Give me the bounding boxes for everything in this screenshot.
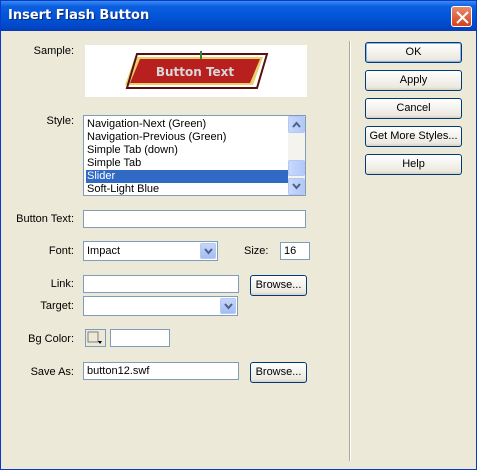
style-item-navigation-previous-green[interactable]: Navigation-Previous (Green) (86, 131, 288, 144)
button-text-input[interactable] (83, 210, 306, 228)
browse-link-button[interactable]: Browse... (250, 275, 307, 296)
style-list-scrollbar[interactable] (288, 116, 305, 195)
scroll-up-button[interactable] (288, 116, 305, 133)
save-as-input[interactable]: button12.swf (83, 362, 239, 380)
browse-save-button[interactable]: Browse... (250, 362, 307, 383)
chevron-down-icon (292, 183, 301, 190)
target-label: Target: (40, 300, 74, 312)
chevron-up-icon (292, 121, 301, 128)
flash-button-preview-image: Button Text (125, 51, 269, 89)
size-label: Size: (244, 245, 269, 257)
get-more-styles-button[interactable]: Get More Styles... (365, 126, 462, 147)
close-icon (456, 11, 469, 24)
insert-flash-button-dialog: Insert Flash Button Sample: Button Text … (0, 0, 477, 470)
scroll-thumb[interactable] (288, 160, 305, 176)
font-label: Font: (48, 245, 74, 257)
sample-label: Sample: (33, 45, 74, 57)
chevron-down-icon (224, 303, 233, 310)
target-select[interactable] (83, 296, 238, 316)
apply-button[interactable]: Apply (365, 70, 462, 91)
help-button[interactable]: Help (365, 154, 462, 175)
style-label: Style: (46, 115, 74, 127)
link-label: Link: (50, 278, 74, 290)
style-item-simple-tab-down[interactable]: Simple Tab (down) (86, 144, 288, 157)
ok-button[interactable]: OK (365, 42, 462, 63)
sample-preview-text: Button Text (156, 65, 235, 79)
bg-color-input[interactable] (110, 329, 170, 347)
style-item-slider[interactable]: Slider (86, 170, 288, 183)
vertical-divider (349, 41, 351, 461)
dialog-title: Insert Flash Button (8, 8, 150, 23)
style-item-simple-tab[interactable]: Simple Tab (86, 157, 288, 170)
close-button[interactable] (451, 6, 472, 27)
bg-color-picker-button[interactable] (85, 329, 106, 347)
bg-color-label: Bg Color: (28, 333, 74, 345)
scroll-down-button[interactable] (288, 178, 305, 195)
size-input[interactable]: 16 (280, 242, 310, 260)
font-dropdown-button[interactable] (200, 243, 216, 259)
font-select-value: Impact (87, 245, 121, 257)
save-as-label: Save As: (30, 366, 74, 378)
button-text-label: Button Text: (16, 213, 74, 225)
style-item-soft-light-blue[interactable]: Soft-Light Blue (86, 183, 288, 195)
color-swatch-icon (87, 331, 102, 344)
style-listbox[interactable]: Navigation-Next (Green) Navigation-Previ… (83, 115, 306, 196)
chevron-down-icon (204, 248, 213, 255)
style-item-navigation-next-green[interactable]: Navigation-Next (Green) (86, 118, 288, 131)
cancel-button[interactable]: Cancel (365, 98, 462, 119)
title-bar[interactable]: Insert Flash Button (1, 1, 476, 31)
target-dropdown-button[interactable] (220, 298, 236, 314)
link-input[interactable] (83, 275, 239, 293)
sample-preview: Button Text (85, 45, 307, 97)
font-select[interactable]: Impact (83, 241, 218, 261)
